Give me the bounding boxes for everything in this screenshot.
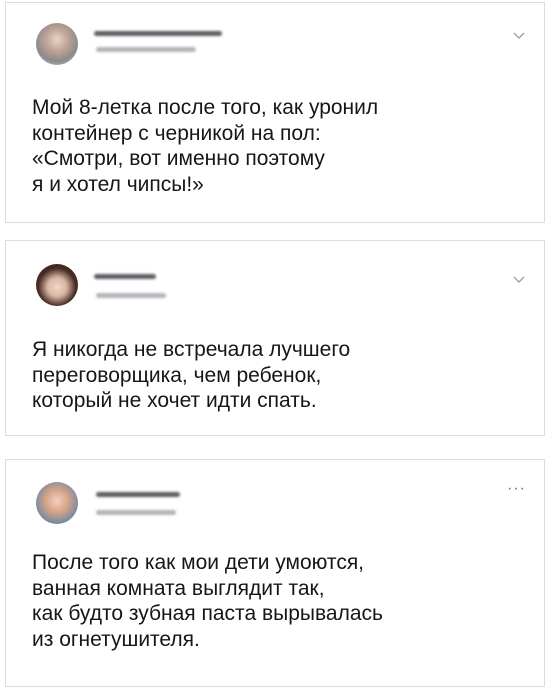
avatar[interactable] bbox=[36, 482, 78, 524]
tweet-text: Я никогда не встречала лучшего переговор… bbox=[32, 338, 351, 412]
avatar[interactable] bbox=[36, 264, 78, 306]
avatar[interactable] bbox=[36, 23, 78, 65]
blurred-author-handle bbox=[96, 47, 196, 52]
chevron-down-icon[interactable] bbox=[512, 274, 526, 284]
blurred-author-name bbox=[94, 31, 222, 36]
blurred-author-handle bbox=[96, 510, 176, 515]
more-icon[interactable]: ··· bbox=[507, 481, 526, 497]
tweet-text: После того как мои дети умоются, ванная … bbox=[32, 551, 383, 651]
blurred-author-handle bbox=[96, 293, 166, 298]
chevron-down-icon[interactable] bbox=[512, 30, 526, 40]
tweet-card: ··· После того как мои дети умоются, ван… bbox=[5, 459, 545, 687]
tweet-card: Я никогда не встречала лучшего переговор… bbox=[5, 240, 545, 436]
blurred-author-name bbox=[94, 274, 156, 279]
tweet-text: Мой 8-летка после того, как уронил конте… bbox=[32, 96, 379, 196]
tweet-card: Мой 8-летка после того, как уронил конте… bbox=[5, 2, 545, 223]
blurred-author-name bbox=[96, 492, 180, 497]
